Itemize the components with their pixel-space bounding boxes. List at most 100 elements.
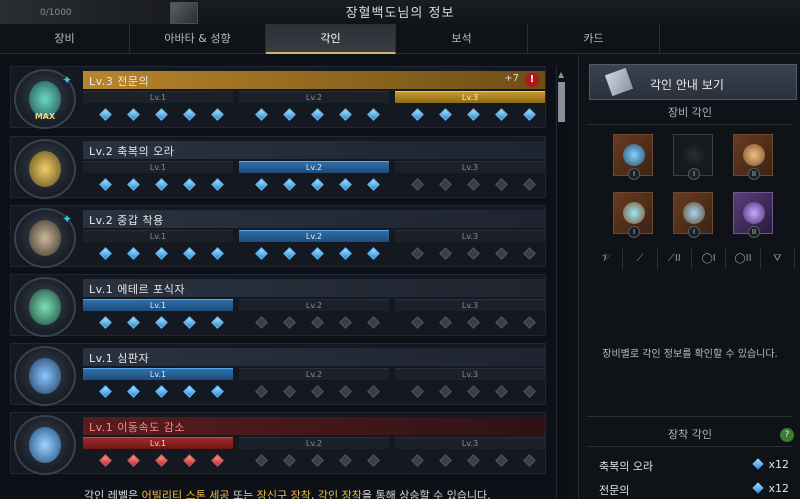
engraving-node-gem (99, 247, 112, 260)
engraving-node-gem (439, 247, 452, 260)
engraving-node-gem (495, 316, 508, 329)
engraving-medal-icon (14, 346, 76, 406)
engraving-node-gem (211, 178, 224, 191)
engraving-node-gem (183, 108, 196, 121)
necklace-slot[interactable]: I (613, 134, 653, 180)
engraving-node-gem (467, 316, 480, 329)
engraving-node-gem (367, 385, 380, 398)
engraving-name: Lv.2 중갑 착용 (89, 214, 164, 227)
engraving-node-gem (211, 385, 224, 398)
scroll-thumb[interactable] (558, 82, 565, 122)
help-icon[interactable]: ? (780, 428, 794, 442)
tab-cards[interactable]: 카드 (528, 24, 660, 54)
level-segment: Lv.1 (83, 437, 233, 449)
engraving-node-gem (339, 178, 352, 191)
engraving-node-gem (127, 385, 140, 398)
ability-stone-slot[interactable]: II (733, 192, 773, 238)
engraving-node-gem (283, 178, 296, 191)
engraving-node-gem (495, 385, 508, 398)
scroll-up-icon[interactable]: ▲ (558, 70, 564, 79)
slot-grade: I (688, 226, 700, 238)
engraving-node-gem (283, 247, 296, 260)
level-segment: Lv.1 (83, 230, 233, 242)
earring-icon (683, 144, 705, 166)
stone-category-icon[interactable]: ⛛ (761, 249, 795, 269)
max-badge: MAX (34, 112, 56, 121)
earring-icon (743, 144, 765, 166)
heavy-armor-icon (29, 220, 61, 256)
tab-gems[interactable]: 보석 (396, 24, 528, 54)
footer-text: , (310, 489, 318, 499)
level-segment: Lv.3 (395, 368, 545, 380)
tab-engraving[interactable]: 각인 (266, 24, 396, 54)
engraving-node-gem (367, 454, 380, 467)
ability-count: x12 (752, 458, 789, 471)
engraving-medal-icon: ✦ MAX (14, 69, 76, 129)
ring-slot-1[interactable]: I (613, 192, 653, 238)
engraving-node-gem (411, 178, 424, 191)
engraving-guide-button[interactable]: 각인 안내 보기 (589, 64, 797, 100)
level-segment: Lv.2 (239, 161, 389, 173)
ability-name: 축복의 오라 (599, 460, 654, 473)
earring1-category-icon[interactable]: ⟋ (623, 249, 658, 269)
engraving-node-gem (255, 108, 268, 121)
level-segment: Lv.3 (395, 91, 545, 103)
earring2-category-icon[interactable]: ⟋II (658, 249, 692, 269)
star-icon: ✦ (61, 73, 72, 87)
engraving-node-gem (411, 108, 424, 121)
engraving-node-gem (439, 178, 452, 191)
footer-highlight: 각인 장착 (317, 489, 362, 499)
slot-grade: I (688, 168, 700, 180)
engraving-list: ✦ MAX Lv.3 전문의 +7 ! Lv.1 Lv.2 Lv.3 Lv.2 … (10, 66, 546, 499)
slot-grade: II (748, 226, 760, 238)
ability-count-value: x12 (768, 482, 789, 495)
engraving-header: Lv.1 에테르 포식자 (83, 279, 545, 297)
gem-icon (752, 458, 765, 470)
engraving-node-gem (183, 247, 196, 260)
ring-slot-2[interactable]: I (673, 192, 713, 238)
move-speed-icon (29, 427, 61, 463)
window-titlebar: 0/1000 장혈백도님의 정보 (0, 0, 800, 24)
ring2-category-icon[interactable]: ◯II (726, 249, 761, 269)
engraving-row[interactable]: Lv.1 이동속도 감소 Lv.1 Lv.2 Lv.3 (10, 412, 546, 475)
engraving-row[interactable]: Lv.1 에테르 포식자 Lv.1 Lv.2 Lv.3 (10, 274, 546, 337)
engraving-name: Lv.1 에테르 포식자 (89, 283, 185, 296)
warning-icon[interactable]: ! (525, 73, 539, 87)
ring1-category-icon[interactable]: ◯I (692, 249, 727, 269)
necklace-category-icon[interactable]: 𝒱 (589, 249, 624, 269)
engraving-node-gem (495, 108, 508, 121)
engraving-row[interactable]: Lv.1 심판자 Lv.1 Lv.2 Lv.3 (10, 343, 546, 406)
engraving-gems (83, 108, 545, 123)
engraving-row[interactable]: ✦ MAX Lv.3 전문의 +7 ! Lv.1 Lv.2 Lv.3 (10, 66, 546, 129)
engraving-name: Lv.2 축복의 오라 (89, 145, 175, 158)
engraving-node-gem (183, 454, 196, 467)
engraving-medal-icon (14, 415, 76, 475)
engraving-node-gem (211, 454, 224, 467)
engraving-node-gem (495, 178, 508, 191)
earring-slot-1[interactable]: I (673, 134, 713, 180)
blessed-aura-icon (29, 151, 61, 187)
engraving-node-gem (367, 247, 380, 260)
engraving-node-gem (339, 316, 352, 329)
engraving-row[interactable]: ✦ Lv.2 중갑 착용 Lv.1 Lv.2 Lv.3 (10, 205, 546, 268)
tab-equipment[interactable]: 장비 (0, 24, 130, 54)
engraving-bonus: +7 (504, 73, 519, 84)
engraving-node-gem (211, 247, 224, 260)
judgment-icon (29, 358, 61, 394)
list-scrollbar[interactable]: ▲ (556, 66, 566, 499)
engraving-node-gem (99, 316, 112, 329)
engraving-node-gem (283, 316, 296, 329)
engraving-row[interactable]: Lv.2 축복의 오라 Lv.1 Lv.2 Lv.3 (10, 136, 546, 199)
engraving-node-gem (155, 178, 168, 191)
engraving-node-gem (99, 454, 112, 467)
tab-avatar[interactable]: 아바타 & 성향 (130, 24, 266, 54)
engraving-node-gem (467, 108, 480, 121)
equipped-ability-row: 전문의 x12 (599, 482, 789, 498)
earring-slot-2[interactable]: II (733, 134, 773, 180)
level-segment: Lv.3 (395, 230, 545, 242)
engraving-side-panel: 각인 안내 보기 장비 각인 I I II I I II 𝒱 ⟋ ⟋II ◯I … (578, 54, 800, 499)
engraving-node-gem (339, 454, 352, 467)
engraving-node-gem (255, 247, 268, 260)
equip-engraving-title: 장비 각인 (668, 106, 712, 119)
engraving-header: Lv.2 축복의 오라 (83, 141, 545, 159)
